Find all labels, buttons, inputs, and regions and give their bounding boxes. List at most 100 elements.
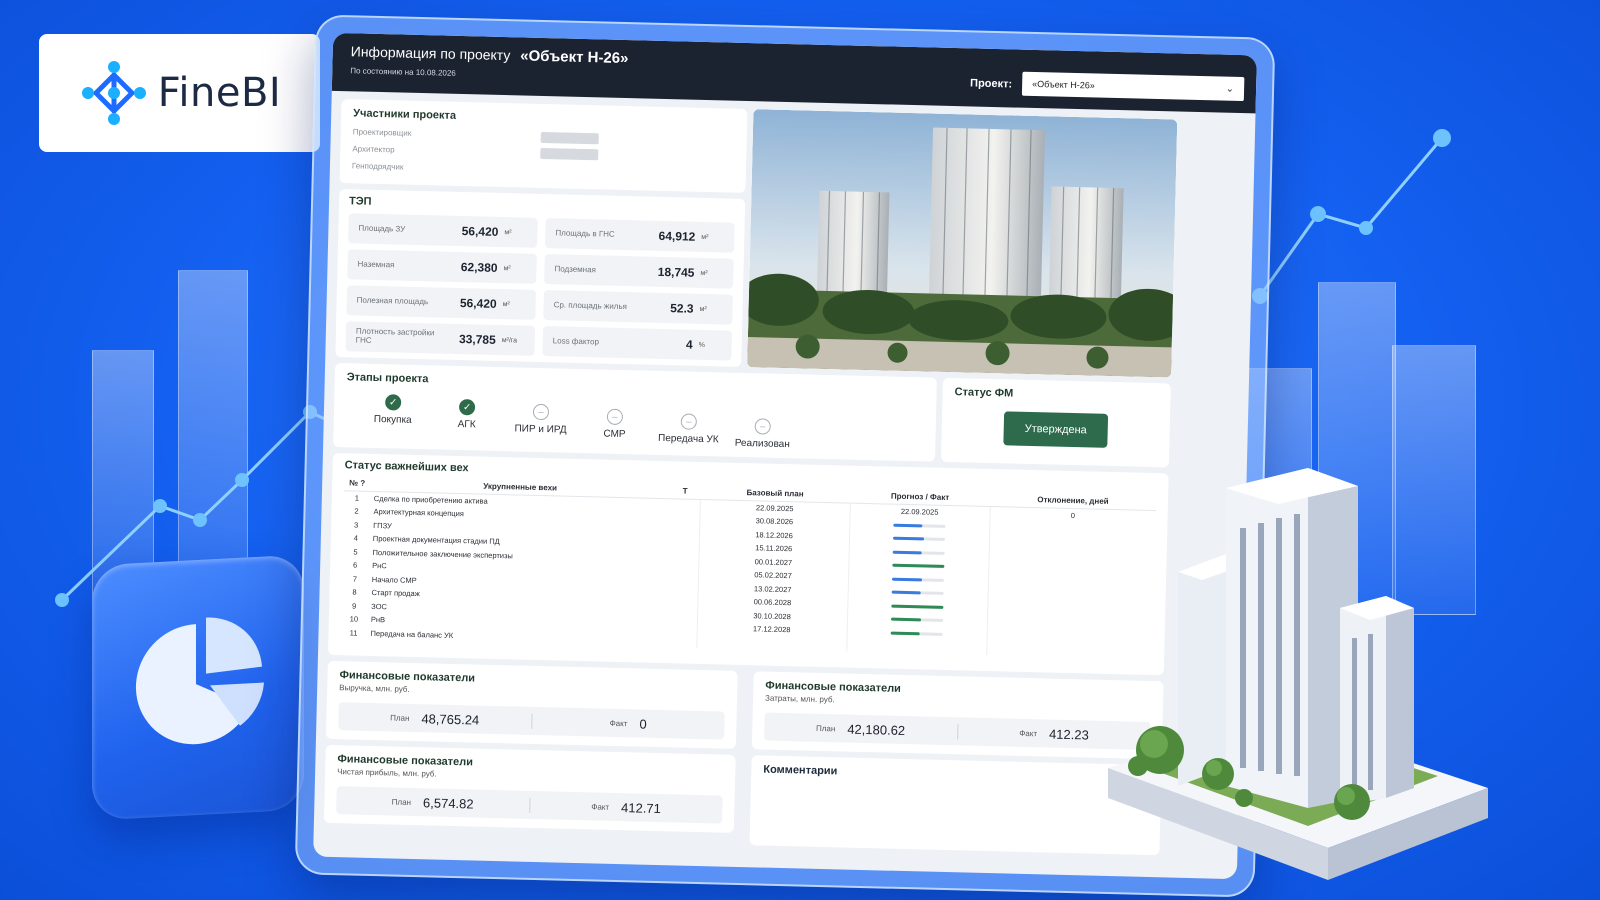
tep-unit: м²/га [501,336,518,344]
tep-value: 52.3 [670,301,694,316]
progress-bar [892,563,945,569]
tep-label: Подземная [554,263,597,274]
plan-label: План [390,712,410,723]
tep-cell: Полезная площадь 56,420 м² [346,285,536,320]
revenue-fact-value: 0 [639,716,647,732]
tep-cell: Подземная 18,745 м² [544,254,734,289]
building-render-image [747,109,1178,378]
stages-title: Этапы проекта [346,371,429,386]
stage-label: Реализован [734,437,790,451]
progress-bar [892,550,922,555]
row-num: 5 [353,547,358,557]
row-t [669,539,699,553]
fm-status-badge[interactable]: Утверждена [1003,411,1109,448]
tep-cell: Наземная 62,380 м² [347,249,537,284]
title-prefix: Информация по проекту [350,43,511,64]
comments-title: Комментарии [763,763,838,778]
row-t [667,593,697,607]
row-t [669,512,699,526]
progress-track [892,536,946,542]
finance-costs-panel: Финансовые показатели Затраты, млн. руб.… [751,671,1164,760]
pie-chart-tile [92,554,304,821]
tep-cell: Loss фактор 4% [542,326,733,361]
comments-panel: Комментарии [749,755,1162,856]
progress-bar [892,536,925,541]
minus-circle-icon: – [532,403,550,421]
pie-chart-icon [135,617,264,745]
stage-item[interactable]: ✓ Покупка [355,394,430,442]
participants-panel: Участники проекта Проектировщик Архитект… [339,99,748,193]
tep-unit: % [698,341,706,349]
participant-value-placeholder [540,131,599,145]
project-photo [747,109,1178,378]
costs-fact-value: 412.23 [1048,726,1090,743]
milestones-table: № ? Укрупненные вехи Т Базовый план Прог… [340,475,1157,660]
minus-circle-icon: – [680,413,698,430]
stage-label: АГК [457,418,476,431]
stage-item[interactable]: – Реализован [725,418,800,451]
tep-label: Полезная площадь [356,295,429,306]
stage-label: ПИР и ИРД [514,423,567,436]
tep-cell: Плотность застройки ГНС 33,785 м²/га [345,321,536,356]
tep-cell: Ср. площадь жилья 52.3 м² [543,290,733,325]
check-circle-icon: ✓ [458,399,476,416]
tep-unit: м² [701,233,709,241]
tep-title: ТЭП [348,195,372,208]
participant-value-placeholder [540,147,599,161]
row-num: 2 [354,506,359,516]
plan-label: План [815,723,836,733]
finance-revenue-panel: Финансовые показатели Выручка, млн. руб.… [325,660,738,749]
minus-circle-icon: – [606,408,624,426]
row-t [669,526,699,540]
finance-profit-panel: Финансовые показатели Чистая прибыль, мл… [323,744,736,833]
row-t [667,620,697,634]
progress-track [891,604,944,609]
row-t [670,499,700,513]
tep-value: 56,420 [459,296,497,311]
tep-value: 62,380 [460,260,498,275]
forecast-value: 22.09.2025 [900,506,939,517]
tep-unit: м² [502,300,510,308]
tep-label: Площадь ЗУ [358,223,406,234]
row-t [668,580,698,594]
project-label: Проект: [969,77,1013,91]
fact-label: Факт [591,801,610,812]
row-t [666,634,696,648]
stage-item[interactable]: ✓ АГК [429,398,504,443]
row-num: 1 [354,493,360,503]
title-project-name: «Объект Н-26» [520,47,629,68]
tep-unit: м² [700,269,708,277]
tep-panel: ТЭП Площадь ЗУ 56,420 м² Площадь в ГНС 64,91… [335,189,746,367]
tep-unit: м² [699,305,707,313]
check-circle-icon: ✓ [384,394,402,411]
stage-item[interactable]: – Передача УК [651,413,726,449]
row-num: 9 [352,601,357,611]
stage-item[interactable]: – ПИР и ИРД [503,403,578,445]
project-select[interactable]: «Объект Н-26» ⌄ [1021,71,1245,102]
progress-track [892,550,945,555]
row-num: 4 [353,533,359,543]
tep-label: Площадь в ГНС [555,227,615,239]
row-num: 7 [352,574,358,584]
project-select-value: «Объект Н-26» [1032,78,1095,91]
stage-label: СМР [603,428,626,441]
progress-track [893,523,946,528]
costs-plan-value: 42,180.62 [847,721,906,738]
tep-value: 18,745 [657,264,695,280]
stage-item[interactable]: – СМР [577,408,652,447]
progress-track [892,563,945,569]
col-num: № ? [344,475,371,492]
row-num: 10 [349,614,359,624]
building-3d-illustration [1108,468,1488,880]
progress-bar [891,590,921,595]
profit-fact-value: 412.71 [620,799,662,816]
milestones-panel: Статус важнейших вех № ? Укрупненные вех… [328,452,1169,676]
tep-value: 4 [685,337,693,352]
row-t [668,566,698,580]
tep-label: Наземная [357,259,395,269]
tep-cell: Площадь в ГНС 64,912 м² [545,218,735,253]
progress-track [890,631,943,636]
tep-label: Ср. площадь жилья [553,299,628,311]
progress-bar [891,604,944,609]
progress-track [891,590,944,596]
